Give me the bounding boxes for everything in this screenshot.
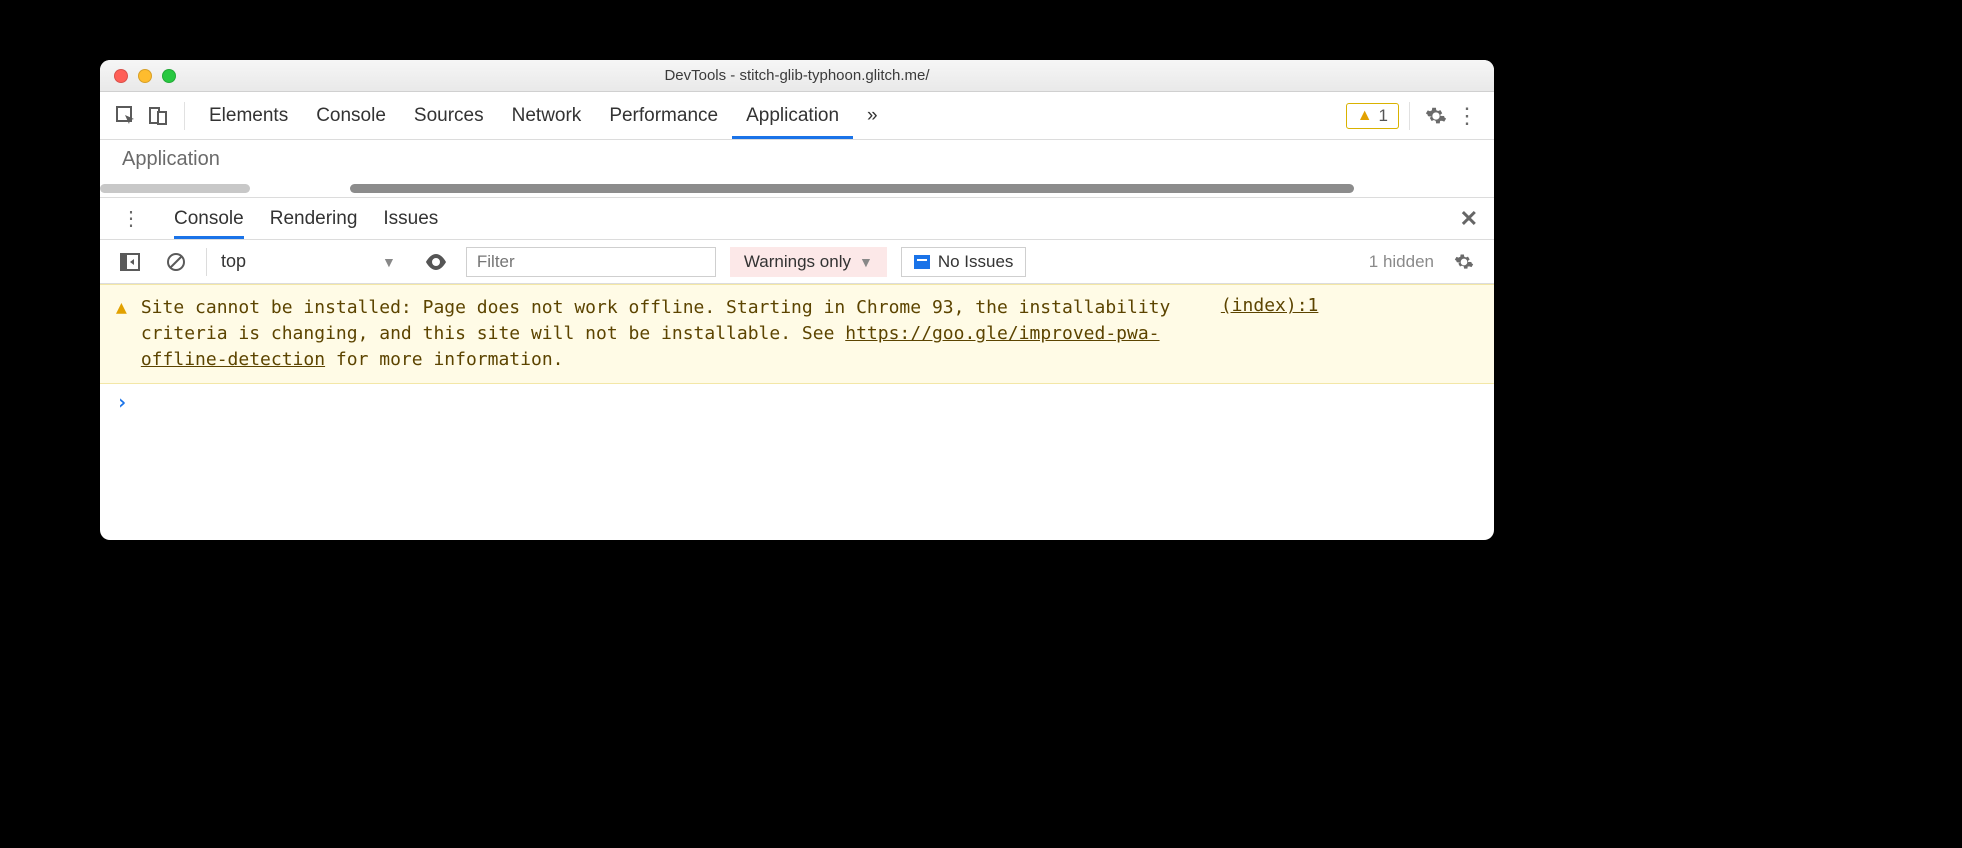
tab-console[interactable]: Console [302, 92, 400, 139]
chevron-double-right-icon: » [867, 105, 878, 127]
prompt-caret-icon: › [116, 390, 128, 414]
context-label: top [221, 251, 246, 272]
titlebar: DevTools - stitch-glib-typhoon.glitch.me… [100, 60, 1494, 92]
hidden-messages-count[interactable]: 1 hidden [1369, 252, 1434, 272]
inspect-element-icon[interactable] [110, 100, 142, 132]
application-main [340, 140, 1494, 197]
issues-badge[interactable]: ▲ 1 [1346, 103, 1399, 129]
console-sidebar-toggle-icon[interactable] [114, 246, 146, 278]
tab-label: Sources [414, 105, 484, 127]
message-source-link[interactable]: (index):1 [1221, 295, 1319, 373]
warning-text: Site cannot be installed: Page does not … [141, 295, 1221, 373]
live-expression-icon[interactable] [420, 246, 452, 278]
sidebar-heading: Application [122, 148, 220, 170]
device-toggle-icon[interactable] [142, 100, 174, 132]
warning-icon: ▲ [1357, 107, 1373, 125]
tab-application[interactable]: Application [732, 92, 853, 139]
window-title: DevTools - stitch-glib-typhoon.glitch.me… [100, 67, 1494, 84]
log-level-selector[interactable]: Warnings only ▼ [730, 247, 887, 277]
tab-label: Application [746, 105, 839, 127]
console-prompt[interactable]: › [100, 384, 1494, 420]
tab-elements[interactable]: Elements [195, 92, 302, 139]
execution-context-selector[interactable]: top ▼ [206, 248, 406, 276]
tab-label: Rendering [270, 208, 358, 230]
application-sidebar: Application [100, 140, 340, 197]
tabs-overflow[interactable]: » [853, 92, 892, 139]
console-settings-gear-icon[interactable] [1448, 246, 1480, 278]
level-label: Warnings only [744, 252, 851, 272]
divider [1409, 102, 1410, 130]
devtools-window: DevTools - stitch-glib-typhoon.glitch.me… [100, 60, 1494, 540]
console-filter-input[interactable] [466, 247, 716, 277]
clear-console-icon[interactable] [160, 246, 192, 278]
drawer-tab-issues[interactable]: Issues [383, 198, 438, 239]
console-toolbar: top ▼ Warnings only ▼ No Issues 1 hidden [100, 240, 1494, 284]
horizontal-scrollbar[interactable] [350, 184, 1354, 193]
tab-label: Issues [383, 208, 438, 230]
tab-label: Elements [209, 105, 288, 127]
drawer-tab-strip: ⋮ Console Rendering Issues ✕ [100, 198, 1494, 240]
warning-text-post: for more information. [325, 349, 563, 370]
tab-performance[interactable]: Performance [595, 92, 732, 139]
tab-label: Console [174, 208, 244, 230]
issues-button[interactable]: No Issues [901, 247, 1027, 277]
settings-gear-icon[interactable] [1420, 100, 1452, 132]
drawer-tab-console[interactable]: Console [174, 198, 244, 239]
tab-label: Network [512, 105, 582, 127]
drawer-menu-icon[interactable]: ⋮ [116, 203, 148, 235]
warning-icon: ▲ [116, 297, 127, 373]
main-tab-strip: Elements Console Sources Network Perform… [100, 92, 1494, 140]
console-warning-message[interactable]: ▲ Site cannot be installed: Page does no… [100, 284, 1494, 384]
panel-scroll-strip: Application [100, 140, 1494, 198]
issues-label: No Issues [938, 252, 1014, 272]
tab-sources[interactable]: Sources [400, 92, 498, 139]
tab-network[interactable]: Network [498, 92, 596, 139]
horizontal-scrollbar[interactable] [100, 184, 250, 193]
kebab-menu-icon[interactable]: ⋮ [1452, 100, 1484, 132]
tab-label: Performance [609, 105, 718, 127]
issues-count: 1 [1379, 106, 1388, 126]
message-icon [914, 255, 930, 269]
drawer-tab-rendering[interactable]: Rendering [270, 198, 358, 239]
tab-label: Console [316, 105, 386, 127]
chevron-down-icon: ▼ [859, 254, 873, 270]
chevron-down-icon: ▼ [382, 254, 396, 270]
divider [184, 102, 185, 130]
close-drawer-icon[interactable]: ✕ [1460, 206, 1478, 232]
